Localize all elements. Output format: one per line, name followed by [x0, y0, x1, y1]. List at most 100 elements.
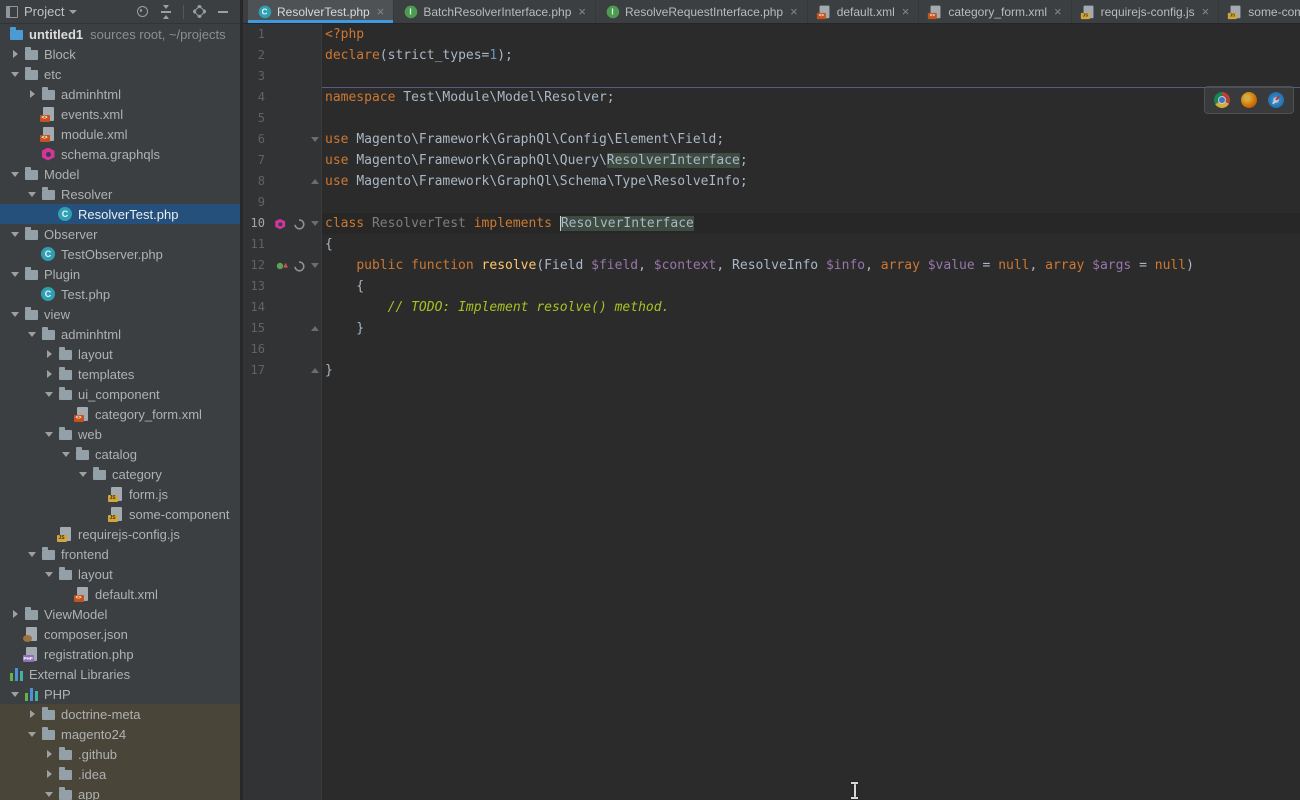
close-icon[interactable]: × — [1202, 5, 1210, 18]
tab-resolverequestinterface-php[interactable]: IResolveRequestInterface.php× — [596, 0, 808, 23]
hide-panel-button[interactable] — [214, 3, 232, 21]
code-text[interactable]: } — [322, 318, 1300, 339]
tree-file-form-js[interactable]: JSform.js — [0, 484, 240, 504]
code-text[interactable]: declare(strict_types=1); — [322, 45, 1300, 66]
tree-file-testobserver-php[interactable]: CTestObserver.php — [0, 244, 240, 264]
code-line-11[interactable]: 11{ — [243, 234, 1300, 255]
close-icon[interactable]: × — [377, 5, 385, 18]
code-line-6[interactable]: 6use Magento\Framework\GraphQl\Config\El… — [243, 129, 1300, 150]
code-text[interactable] — [322, 339, 1300, 360]
tab-category-form-xml[interactable]: <>category_form.xml× — [919, 0, 1071, 23]
tree-file-some-component[interactable]: JSsome-component — [0, 504, 240, 524]
chevron-down-icon[interactable] — [8, 164, 23, 184]
fold-marker[interactable] — [308, 326, 321, 331]
chevron-right-icon[interactable] — [8, 604, 23, 624]
code-text[interactable] — [322, 108, 1300, 129]
fold-marker[interactable] — [308, 137, 321, 142]
tree-folder-observer[interactable]: Observer — [0, 224, 240, 244]
tree-folder-layout[interactable]: layout — [0, 564, 240, 584]
tree-file-events-xml[interactable]: <>events.xml — [0, 104, 240, 124]
dropdown-caret-icon[interactable] — [69, 10, 77, 14]
chevron-right-icon[interactable] — [25, 84, 40, 104]
tree-file-category-form-xml[interactable]: <>category_form.xml — [0, 404, 240, 424]
code-text[interactable] — [322, 192, 1300, 213]
chevron-right-icon[interactable] — [42, 364, 57, 384]
tree-file-schema-graphqls[interactable]: schema.graphqls — [0, 144, 240, 164]
code-text[interactable]: use Magento\Framework\GraphQl\Schema\Typ… — [322, 171, 1300, 192]
tree-folder-view[interactable]: view — [0, 304, 240, 324]
code-text[interactable] — [322, 66, 1300, 87]
tree-folder-model[interactable]: Model — [0, 164, 240, 184]
tree-folder-plugin[interactable]: Plugin — [0, 264, 240, 284]
plug-icon[interactable] — [293, 217, 306, 230]
code-text[interactable]: public function resolve(Field $field, $c… — [322, 255, 1300, 276]
tree-folder-idea[interactable]: .idea — [0, 764, 240, 784]
code-line-15[interactable]: 15 } — [243, 318, 1300, 339]
chrome-browser-icon[interactable] — [1214, 92, 1230, 108]
chevron-right-icon[interactable] — [42, 344, 57, 364]
safari-browser-icon[interactable] — [1268, 92, 1284, 108]
code-line-7[interactable]: 7use Magento\Framework\GraphQl\Query\Res… — [243, 150, 1300, 171]
close-icon[interactable]: × — [790, 5, 798, 18]
code-text[interactable]: // TODO: Implement resolve() method. — [322, 297, 1300, 318]
tree-folder-frontend[interactable]: frontend — [0, 544, 240, 564]
tab-default-xml[interactable]: <>default.xml× — [808, 0, 920, 23]
code-line-8[interactable]: 8use Magento\Framework\GraphQl\Schema\Ty… — [243, 171, 1300, 192]
code-line-16[interactable]: 16 — [243, 339, 1300, 360]
tree-file-test-php[interactable]: CTest.php — [0, 284, 240, 304]
code-line-5[interactable]: 5 — [243, 108, 1300, 129]
chevron-down-icon[interactable] — [42, 384, 57, 404]
chevron-down-icon[interactable] — [25, 324, 40, 344]
code-line-13[interactable]: 13 { — [243, 276, 1300, 297]
code-line-4[interactable]: 4namespace Test\Module\Model\Resolver; — [243, 87, 1300, 108]
tree-file-default-xml[interactable]: <>default.xml — [0, 584, 240, 604]
tree-folder-doctrine-meta[interactable]: doctrine-meta — [0, 704, 240, 724]
tree-folder-block[interactable]: Block — [0, 44, 240, 64]
tree-folder-magento24[interactable]: magento24 — [0, 724, 240, 744]
tab-resolvertest-php[interactable]: CResolverTest.php× — [248, 0, 394, 23]
chevron-down-icon[interactable] — [42, 424, 57, 444]
tree-file-module-xml[interactable]: <>module.xml — [0, 124, 240, 144]
tree-folder-ui-component[interactable]: ui_component — [0, 384, 240, 404]
code-line-9[interactable]: 9 — [243, 192, 1300, 213]
code-line-3[interactable]: 3 — [243, 66, 1300, 87]
chevron-right-icon[interactable] — [42, 744, 57, 764]
code-line-2[interactable]: 2declare(strict_types=1); — [243, 45, 1300, 66]
code-text[interactable]: class ResolverTest implements ResolverIn… — [322, 213, 1300, 234]
chevron-down-icon[interactable] — [25, 544, 40, 564]
tab-requirejs-config-js[interactable]: JSrequirejs-config.js× — [1072, 0, 1220, 23]
fold-marker[interactable] — [308, 368, 321, 373]
code-text[interactable]: use Magento\Framework\GraphQl\Query\Reso… — [322, 150, 1300, 171]
code-line-1[interactable]: 1<?php — [243, 24, 1300, 45]
plug-icon[interactable] — [293, 259, 306, 272]
code-text[interactable]: <?php — [322, 24, 1300, 45]
code-line-10[interactable]: 10class ResolverTest implements Resolver… — [243, 213, 1300, 234]
panel-title[interactable]: Project — [24, 4, 64, 19]
locate-file-button[interactable] — [133, 3, 151, 21]
tree-folder-viewmodel[interactable]: ViewModel — [0, 604, 240, 624]
code-line-17[interactable]: 17} — [243, 360, 1300, 381]
tab-some-compo[interactable]: JSsome-compo — [1219, 0, 1300, 23]
chevron-down-icon[interactable] — [8, 64, 23, 84]
tree-folder-layout[interactable]: layout — [0, 344, 240, 364]
code-editor[interactable]: 1<?php2declare(strict_types=1);34namespa… — [243, 24, 1300, 800]
tree-file-registration-php[interactable]: PHPregistration.php — [0, 644, 240, 664]
code-text[interactable]: { — [322, 234, 1300, 255]
chevron-down-icon[interactable] — [8, 304, 23, 324]
code-text[interactable] — [322, 381, 1300, 800]
tree-folder-php[interactable]: PHP — [0, 684, 240, 704]
tree-folder-resolver[interactable]: Resolver — [0, 184, 240, 204]
tree-folder-adminhtml[interactable]: adminhtml — [0, 84, 240, 104]
close-icon[interactable]: × — [902, 5, 910, 18]
collapse-all-button[interactable] — [157, 3, 175, 21]
impl-icon[interactable] — [274, 259, 287, 272]
chevron-down-icon[interactable] — [42, 784, 57, 800]
tree-folder-category[interactable]: category — [0, 464, 240, 484]
chevron-right-icon[interactable] — [42, 764, 57, 784]
tree-folder-web[interactable]: web — [0, 424, 240, 444]
code-line-14[interactable]: 14 // TODO: Implement resolve() method. — [243, 297, 1300, 318]
chevron-right-icon[interactable] — [25, 704, 40, 724]
fold-marker[interactable] — [308, 179, 321, 184]
tree-folder-adminhtml[interactable]: adminhtml — [0, 324, 240, 344]
tree-folder-catalog[interactable]: catalog — [0, 444, 240, 464]
